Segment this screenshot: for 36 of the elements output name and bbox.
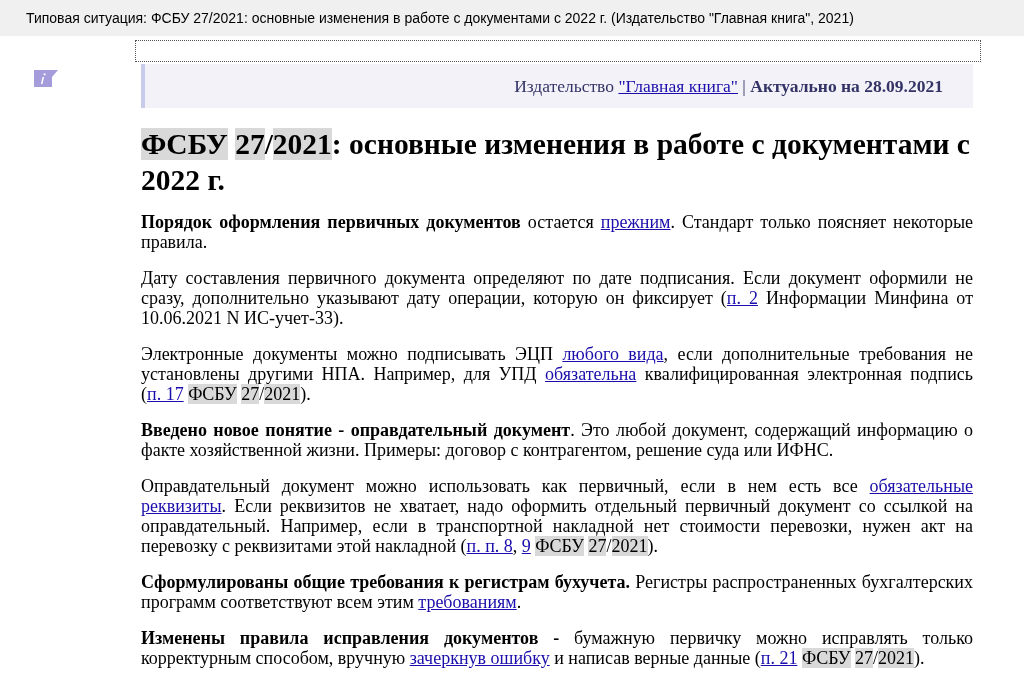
link[interactable]: любого вида xyxy=(562,344,664,364)
paragraph: Изменены правила исправления документов - бумажную первичку можно исправлять только корректурным способом, вручную зачеркнув ошибку и написав верные данные (п. 21 ФСБУ 27/2021). xyxy=(141,628,973,668)
search-highlight: ФСБУ xyxy=(141,128,228,160)
link[interactable]: обязательна xyxy=(545,364,637,384)
search-highlight: 27 xyxy=(855,648,874,668)
link[interactable]: п. п. 8 xyxy=(466,536,513,556)
window-title: Типовая ситуация: ФСБУ 27/2021: основные изменения в работе с документами с 2022 г. (Издательство "Главная книга", 2021) xyxy=(26,8,854,28)
search-highlight: 27 xyxy=(235,128,265,160)
link[interactable]: п. 2 xyxy=(726,288,758,308)
search-highlight: 27 xyxy=(588,536,607,556)
link[interactable]: требованиям xyxy=(418,592,517,612)
link[interactable]: 9 xyxy=(521,536,531,556)
link[interactable]: "Главная книга" xyxy=(618,75,738,96)
search-highlight: ФСБУ xyxy=(801,648,851,668)
link[interactable]: п. 17 xyxy=(147,384,184,404)
publisher-line: Издательство "Главная книга" | Актуально на 28.09.2021 xyxy=(514,74,943,98)
link[interactable]: п. 21 xyxy=(760,648,798,668)
paragraph: Электронные документы можно подписывать ЭЦП любого вида, если дополнительные требования не установлены другими НПА. Например, для УПД обязательна квалифицированная электронная подпись (п. 17 ФСБУ 27/2021). xyxy=(141,344,973,404)
search-highlight: 27 xyxy=(241,384,260,404)
paragraph: Введено новое понятие - оправдательный документ. Это любой документ, содержащий информацию о факте хозяйственной жизни. Примеры: договор с контрагентом, решение суда или ИФНС. xyxy=(141,420,973,460)
search-highlight: ФСБУ xyxy=(535,536,584,556)
link[interactable]: реквизиты xyxy=(141,496,222,516)
paragraph: Порядок оформления первичных документов остается прежним. Стандарт только поясняет некоторые правила. xyxy=(141,212,973,252)
article-heading: ФСБУ 27/2021: основные изменения в работе с документами с 2022 г. xyxy=(141,127,971,198)
paragraph: Сформулированы общие требования к регистрам бухучета. Регистры распространенных бухгалтерских программ соответствуют всем этим требованиям. xyxy=(141,572,973,612)
link[interactable]: обязательные xyxy=(869,476,973,496)
search-highlight: 2021 xyxy=(264,384,301,404)
paragraph: Оправдательный документ можно использовать как первичный, если в нем есть все обязательные реквизиты. Если реквизитов не хватает, надо оформить отдельный первичный документ со ссылкой на оправдательный. Например, если в транспортной накладной нет стоимости перевозки, нужен акт на перевозку с реквизитами этой накладной (п. п. 8, 9 ФСБУ 27/2021). xyxy=(141,476,973,556)
search-highlight: 2021 xyxy=(611,536,648,556)
search-highlight: ФСБУ xyxy=(188,384,237,404)
search-highlight: 2021 xyxy=(272,128,332,160)
search-highlight: 2021 xyxy=(878,648,915,668)
info-note-icon xyxy=(32,69,60,89)
link[interactable]: прежним xyxy=(600,212,671,232)
link[interactable]: зачеркнув ошибку xyxy=(409,648,550,668)
paragraph: Дату составления первичного документа определяют по дате подписания. Если документ оформили не сразу, дополнительно указывают дату операции, которую он фиксирует (п. 2 Информации Минфина от 10.06.2021 N ИС-учет-33). xyxy=(141,268,973,328)
